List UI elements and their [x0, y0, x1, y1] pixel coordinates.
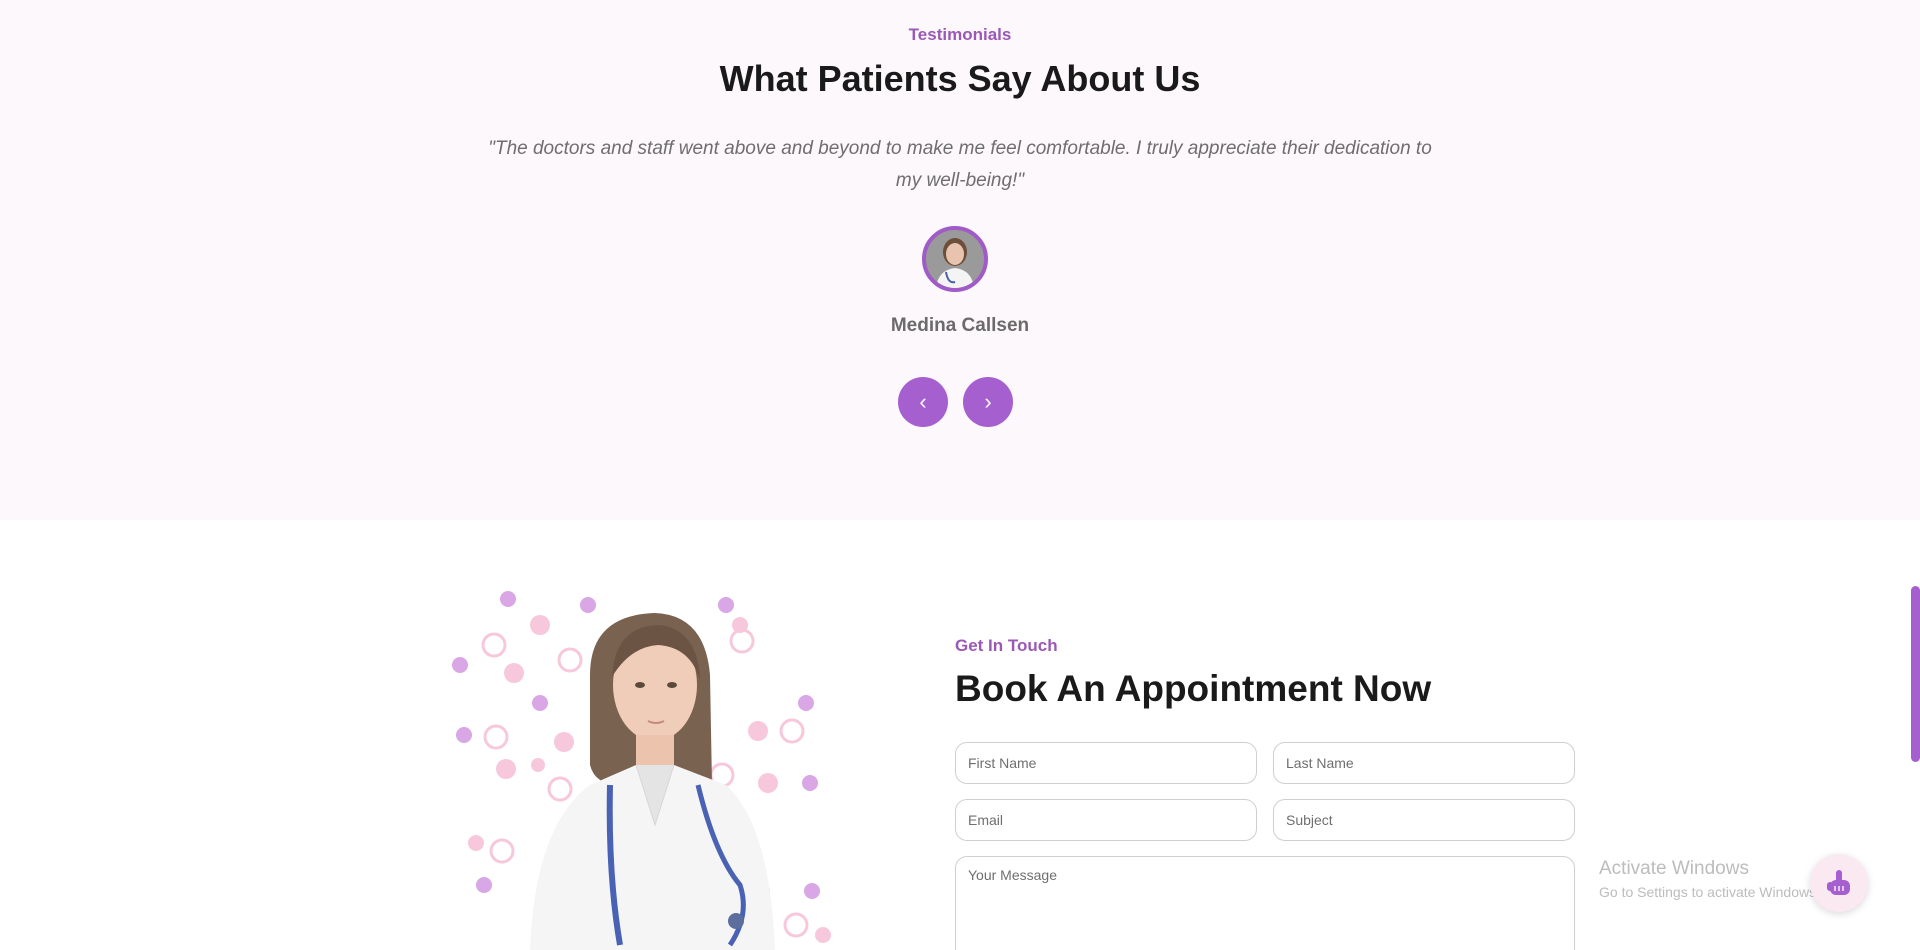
last-name-field[interactable] — [1273, 742, 1575, 784]
first-name-field[interactable] — [955, 742, 1257, 784]
testimonials-eyebrow: Testimonials — [908, 25, 1012, 44]
appointment-eyebrow: Get In Touch — [955, 636, 1058, 655]
watermark-line-1: Activate Windows — [1599, 858, 1749, 879]
doctor-image — [452, 591, 831, 950]
avatar — [922, 226, 988, 292]
hand-pointing-icon — [1827, 870, 1850, 895]
prev-testimonial-button[interactable]: ‹ — [898, 377, 948, 427]
doctor-illustration — [440, 585, 860, 950]
scrollbar-thumb[interactable] — [1911, 586, 1920, 762]
chat-button[interactable] — [1810, 854, 1868, 912]
testimonials-section: Testimonials What Patients Say About Us … — [0, 0, 1920, 520]
watermark-line-2: Go to Settings to activate Windows. — [1599, 884, 1820, 900]
next-testimonial-button[interactable]: › — [963, 377, 1013, 427]
testimonials-title: What Patients Say About Us — [719, 58, 1201, 99]
testimonial-quote: "The doctors and staff went above and be… — [488, 138, 1432, 191]
subject-field[interactable] — [1273, 799, 1575, 841]
appointment-title: Book An Appointment Now — [955, 668, 1432, 709]
windows-activation-watermark: Activate Windows Go to Settings to activ… — [1599, 858, 1820, 900]
testimonial-author: Medina Callsen — [890, 315, 1030, 336]
email-field[interactable] — [955, 799, 1257, 841]
message-field[interactable] — [955, 856, 1575, 950]
doctor-avatar-image — [926, 230, 984, 288]
